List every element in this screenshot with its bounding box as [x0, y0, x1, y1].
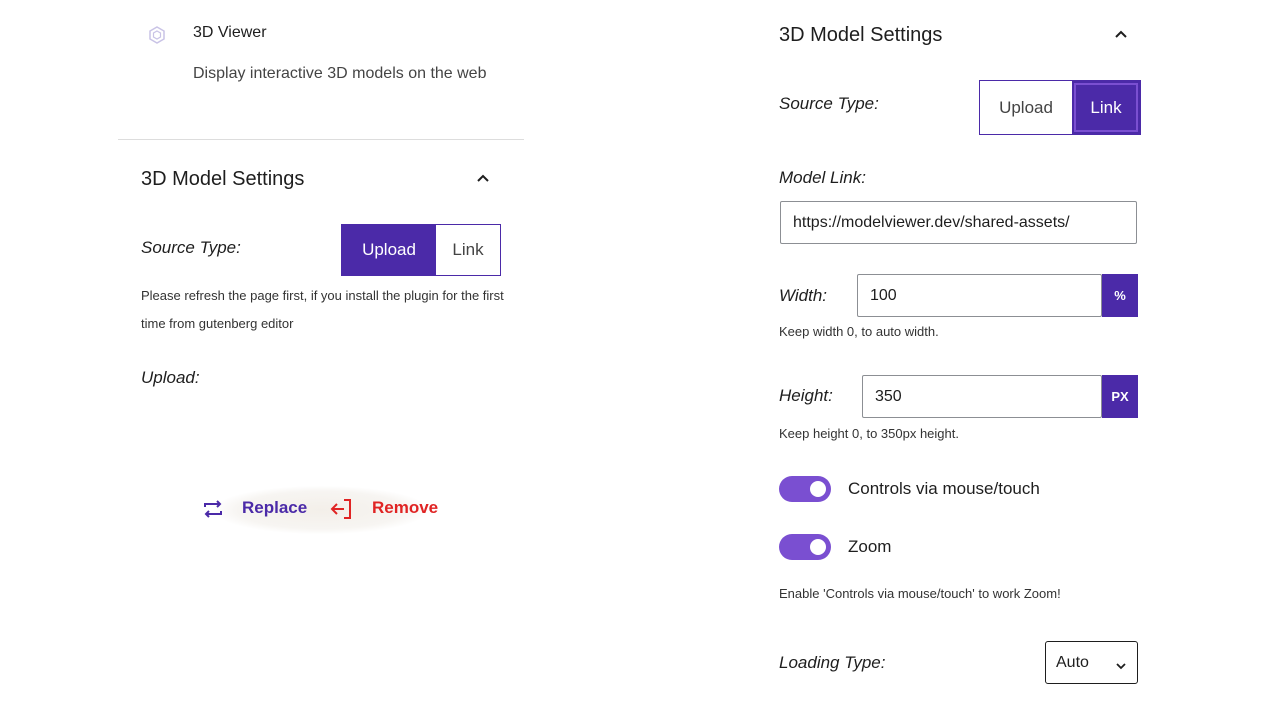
chevron-up-icon[interactable]	[476, 171, 490, 185]
zoom-toggle[interactable]	[779, 534, 831, 560]
panel-title-right: 3D Model Settings	[779, 24, 943, 46]
model-link-label: Model Link:	[779, 168, 866, 187]
toggle-knob	[810, 539, 826, 555]
divider	[118, 139, 524, 140]
source-upload-button[interactable]: Upload	[980, 81, 1072, 134]
model-link-value: https://modelviewer.dev/shared-assets/	[793, 213, 1070, 231]
remove-button[interactable]: Remove	[372, 498, 438, 518]
width-input[interactable]: 100	[857, 274, 1102, 317]
chevron-down-icon	[1115, 658, 1127, 676]
source-type-label-right: Source Type:	[779, 94, 879, 113]
remove-icon[interactable]	[330, 498, 354, 525]
upload-label: Upload:	[141, 368, 200, 387]
zoom-label: Zoom	[848, 537, 892, 556]
source-type-label: Source Type:	[141, 238, 241, 257]
controls-label: Controls via mouse/touch	[848, 479, 1040, 498]
width-help: Keep width 0, to auto width.	[779, 324, 939, 339]
width-label: Width:	[779, 286, 828, 305]
block-description: Display interactive 3D models on the web	[193, 65, 487, 82]
loading-type-label: Loading Type:	[779, 653, 886, 672]
controls-toggle[interactable]	[779, 476, 831, 502]
source-type-toggle: Upload Link	[341, 224, 501, 276]
model-link-input[interactable]: https://modelviewer.dev/shared-assets/	[780, 201, 1137, 244]
block-card[interactable]: 3D Viewer Display interactive 3D models …	[140, 20, 520, 120]
replace-button[interactable]: Replace	[242, 498, 307, 518]
panel-title: 3D Model Settings	[141, 168, 305, 190]
height-input[interactable]: 350	[862, 375, 1102, 418]
width-value: 100	[870, 286, 897, 304]
source-link-button[interactable]: Link	[1072, 81, 1140, 134]
source-upload-button[interactable]: Upload	[342, 225, 436, 275]
width-unit[interactable]: %	[1102, 274, 1138, 317]
block-title: 3D Viewer	[193, 24, 267, 41]
source-type-toggle-right: Upload Link	[979, 80, 1141, 135]
loading-type-select[interactable]: Auto	[1045, 641, 1138, 684]
height-help: Keep height 0, to 350px height.	[779, 426, 959, 441]
height-value: 350	[875, 387, 902, 405]
cube-icon	[148, 26, 166, 44]
zoom-help: Enable 'Controls via mouse/touch' to wor…	[779, 586, 1061, 601]
replace-icon[interactable]	[202, 500, 224, 523]
loading-type-value: Auto	[1056, 653, 1089, 671]
height-label: Height:	[779, 386, 833, 405]
source-link-button[interactable]: Link	[436, 225, 500, 275]
chevron-up-icon[interactable]	[1114, 27, 1128, 41]
upload-preview: Replace Remove	[198, 486, 458, 534]
height-unit[interactable]: PX	[1102, 375, 1138, 418]
source-note: Please refresh the page first, if you in…	[141, 288, 504, 331]
toggle-knob	[810, 481, 826, 497]
